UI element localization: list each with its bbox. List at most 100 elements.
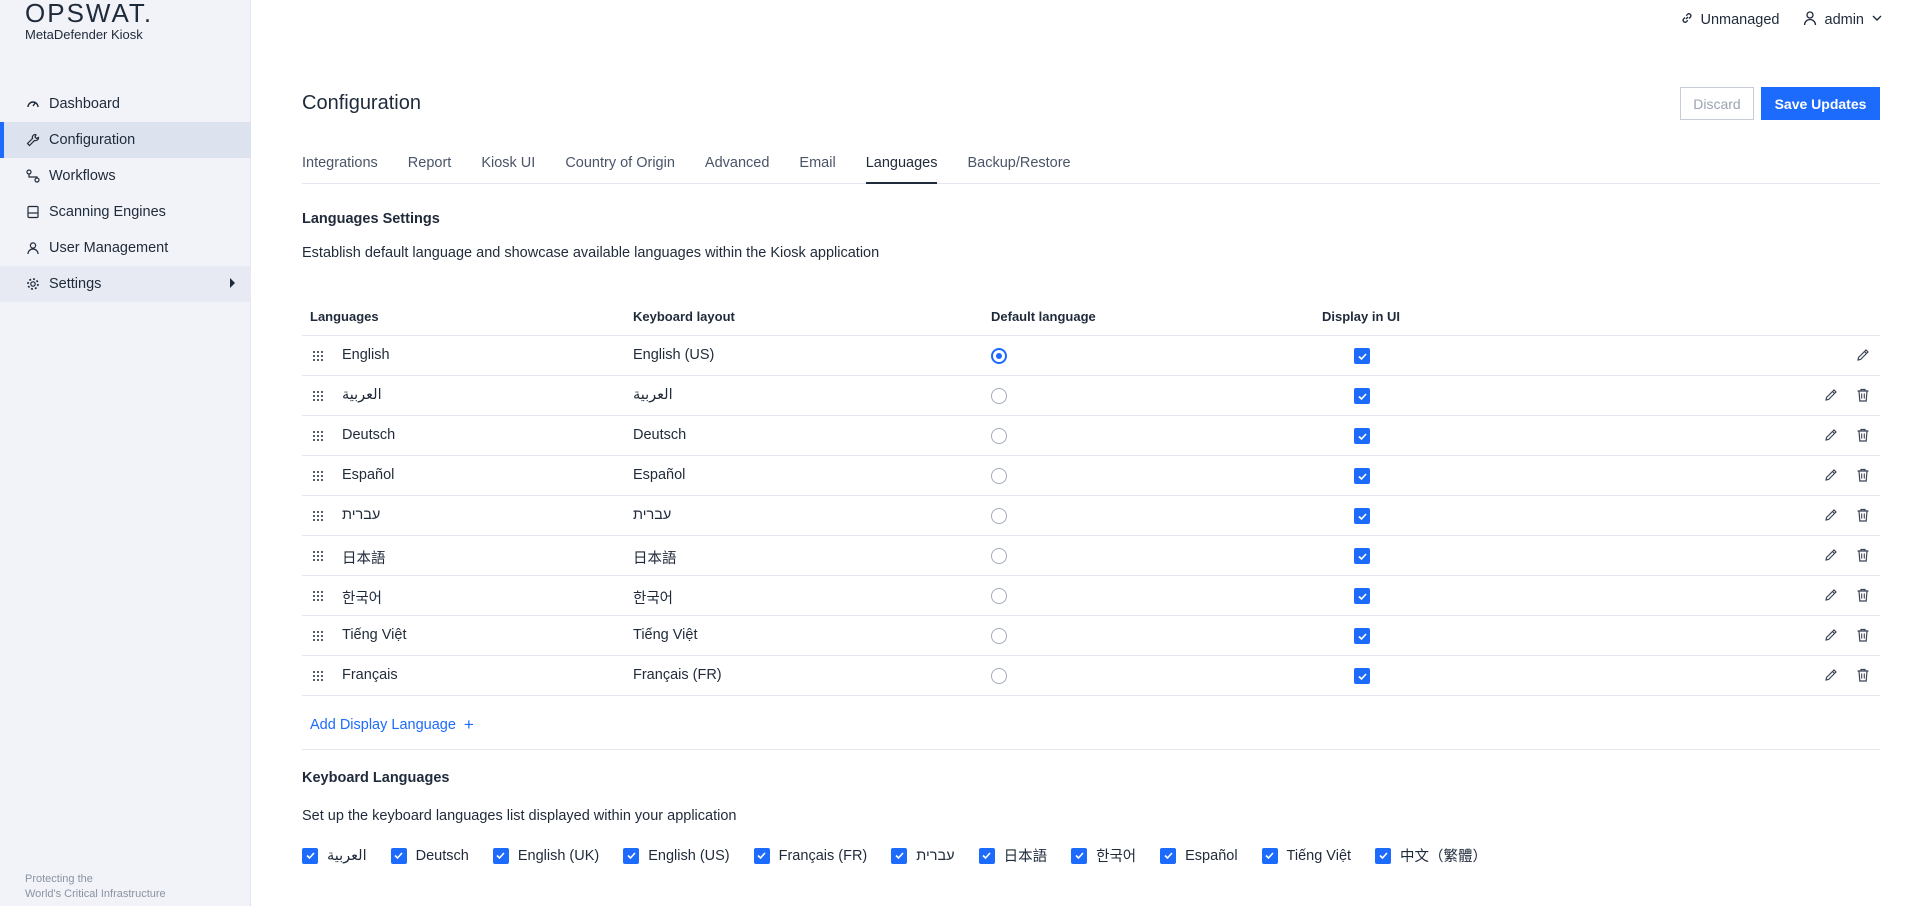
keyboard-language-option[interactable]: Tiếng Việt xyxy=(1261,847,1352,864)
display-in-ui-checkbox[interactable] xyxy=(1354,348,1370,364)
default-language-radio[interactable] xyxy=(991,628,1007,644)
sidebar-item-scanning-engines[interactable]: Scanning Engines xyxy=(0,194,251,230)
keyboard-language-checkbox[interactable] xyxy=(390,847,407,864)
keyboard-languages-list: العربية Deutsch English (UK) English (US) Fr… xyxy=(302,845,1511,866)
tab-advanced[interactable]: Advanced xyxy=(705,155,770,184)
table-row: العربية العربية xyxy=(302,376,1880,416)
trash-icon[interactable] xyxy=(1855,507,1871,523)
chevron-right-icon xyxy=(230,278,235,288)
keyboard-language-option[interactable]: English (US) xyxy=(623,847,730,864)
tab-backup-restore[interactable]: Backup/Restore xyxy=(967,155,1070,184)
keyboard-language-checkbox[interactable] xyxy=(1375,847,1392,864)
drag-handle-icon[interactable] xyxy=(312,350,324,362)
keyboard-language-option[interactable]: 한국어 xyxy=(1071,845,1136,866)
display-in-ui-checkbox[interactable] xyxy=(1354,588,1370,604)
edit-icon[interactable] xyxy=(1855,347,1871,363)
trash-icon[interactable] xyxy=(1855,467,1871,483)
chevron-down-icon xyxy=(1871,12,1883,28)
table-row: Deutsch Deutsch xyxy=(302,416,1880,456)
keyboard-language-label: 日本語 xyxy=(1003,849,1048,865)
drag-handle-icon[interactable] xyxy=(312,670,324,682)
trash-icon[interactable] xyxy=(1855,667,1871,683)
language-name: Español xyxy=(342,467,395,483)
trash-icon[interactable] xyxy=(1855,547,1871,563)
tab-email[interactable]: Email xyxy=(799,155,835,184)
drag-handle-icon[interactable] xyxy=(312,590,324,602)
display-in-ui-checkbox[interactable] xyxy=(1354,468,1370,484)
drag-handle-icon[interactable] xyxy=(312,390,324,402)
display-in-ui-checkbox[interactable] xyxy=(1354,508,1370,524)
display-in-ui-checkbox[interactable] xyxy=(1354,388,1370,404)
edit-icon[interactable] xyxy=(1823,507,1839,523)
add-display-language-button[interactable]: Add Display Language + xyxy=(310,715,474,735)
keyboard-language-checkbox[interactable] xyxy=(753,847,770,864)
edit-icon[interactable] xyxy=(1823,387,1839,403)
default-language-radio[interactable] xyxy=(991,668,1007,684)
keyboard-language-label: English (US) xyxy=(648,847,730,864)
display-in-ui-checkbox[interactable] xyxy=(1354,428,1370,444)
drag-handle-icon[interactable] xyxy=(312,550,324,562)
management-status[interactable]: Unmanaged xyxy=(1680,11,1780,29)
default-language-radio[interactable] xyxy=(991,468,1007,484)
edit-icon[interactable] xyxy=(1823,467,1839,483)
edit-icon[interactable] xyxy=(1823,667,1839,683)
keyboard-language-label: Tiếng Việt xyxy=(1286,847,1352,864)
tab-country-of-origin[interactable]: Country of Origin xyxy=(565,155,675,184)
sidebar-item-user-management[interactable]: User Management xyxy=(0,230,251,266)
default-language-radio[interactable] xyxy=(991,428,1007,444)
keyboard-language-option[interactable]: Español xyxy=(1160,847,1238,864)
keyboard-language-checkbox[interactable] xyxy=(1261,847,1278,864)
trash-icon[interactable] xyxy=(1855,587,1871,603)
keyboard-language-checkbox[interactable] xyxy=(492,847,509,864)
discard-button[interactable]: Discard xyxy=(1680,87,1754,120)
edit-icon[interactable] xyxy=(1823,547,1839,563)
display-in-ui-checkbox[interactable] xyxy=(1354,628,1370,644)
keyboard-language-checkbox[interactable] xyxy=(302,847,318,864)
edit-icon[interactable] xyxy=(1823,587,1839,603)
drag-handle-icon[interactable] xyxy=(312,510,324,522)
tab-kiosk-ui[interactable]: Kiosk UI xyxy=(481,155,535,184)
drag-handle-icon[interactable] xyxy=(312,630,324,642)
sidebar-item-configuration[interactable]: Configuration xyxy=(0,122,251,158)
drag-handle-icon[interactable] xyxy=(312,430,324,442)
keyboard-language-option[interactable]: العربية xyxy=(302,847,367,864)
keyboard-language-checkbox[interactable] xyxy=(1160,847,1177,864)
tab-report[interactable]: Report xyxy=(408,155,452,184)
drag-handle-icon[interactable] xyxy=(312,470,324,482)
trash-icon[interactable] xyxy=(1855,627,1871,643)
keyboard-language-checkbox[interactable] xyxy=(978,847,995,864)
keyboard-language-checkbox[interactable] xyxy=(1071,847,1088,864)
trash-icon[interactable] xyxy=(1855,387,1871,403)
tab-languages[interactable]: Languages xyxy=(865,155,938,184)
sidebar-item-dashboard[interactable]: Dashboard xyxy=(0,86,251,122)
display-in-ui-checkbox[interactable] xyxy=(1354,668,1370,684)
keyboard-language-option[interactable]: Français (FR) xyxy=(753,847,867,864)
default-language-radio[interactable] xyxy=(991,548,1007,564)
page-title: Configuration xyxy=(302,92,421,114)
product-name: MetaDefender Kiosk xyxy=(25,27,143,42)
sidebar-item-label: Dashboard xyxy=(49,96,120,112)
edit-icon[interactable] xyxy=(1823,427,1839,443)
keyboard-language-option[interactable]: English (UK) xyxy=(492,847,599,864)
default-language-radio[interactable] xyxy=(991,508,1007,524)
sidebar-item-workflows[interactable]: Workflows xyxy=(0,158,251,194)
edit-icon[interactable] xyxy=(1823,627,1839,643)
user-menu[interactable]: admin xyxy=(1802,10,1884,30)
keyboard-language-option[interactable]: עברית xyxy=(891,847,955,864)
display-in-ui-checkbox[interactable] xyxy=(1354,548,1370,564)
default-language-radio[interactable] xyxy=(991,348,1007,364)
sidebar-item-settings[interactable]: Settings xyxy=(0,266,251,302)
keyboard-language-option[interactable]: Deutsch xyxy=(390,847,469,864)
trash-icon[interactable] xyxy=(1855,427,1871,443)
keyboard-language-option[interactable]: 中文（繁體） xyxy=(1375,845,1487,866)
keyboard-language-checkbox[interactable] xyxy=(623,847,640,864)
default-language-radio[interactable] xyxy=(991,388,1007,404)
keyboard-language-checkbox[interactable] xyxy=(891,847,908,864)
section-divider xyxy=(302,749,1880,750)
language-name: Français xyxy=(342,667,398,683)
save-updates-button[interactable]: Save Updates xyxy=(1761,87,1880,120)
tab-integrations[interactable]: Integrations xyxy=(302,155,378,184)
keyboard-language-label: 한국어 xyxy=(1096,849,1137,865)
keyboard-language-option[interactable]: 日本語 xyxy=(978,845,1048,866)
default-language-radio[interactable] xyxy=(991,588,1007,604)
